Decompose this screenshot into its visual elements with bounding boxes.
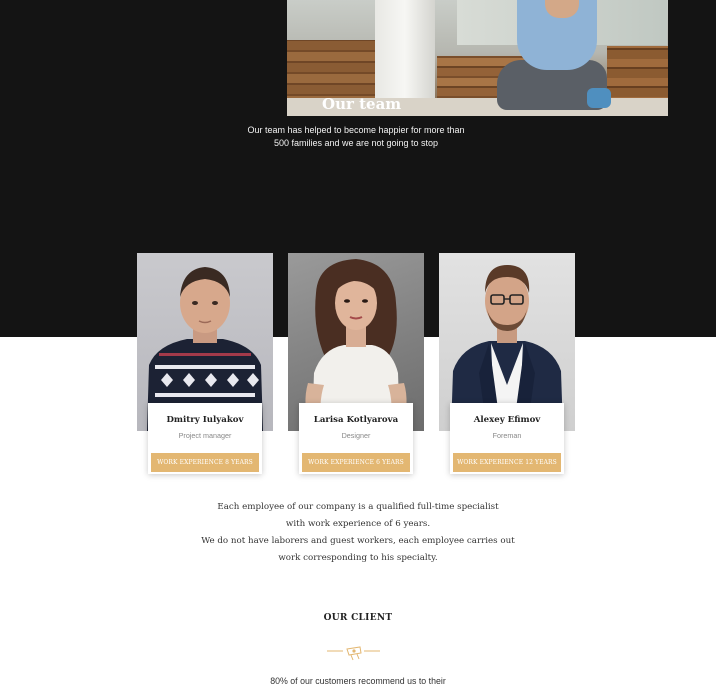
client-section-title: OUR CLIENT xyxy=(323,613,393,623)
description-line: Each employee of our company is a qualif… xyxy=(217,502,499,512)
section-title: Our team xyxy=(322,95,402,113)
subtitle-line: Our team has helped to become happier fo… xyxy=(247,125,465,135)
section-subtitle: Our team has helped to become happier fo… xyxy=(236,124,476,150)
team-cards: Dmitry Iulyakov Project manager WORK EXP… xyxy=(137,253,577,478)
team-card[interactable]: Dmitry Iulyakov Project manager WORK EXP… xyxy=(137,253,273,475)
description-line: work corresponding to his specialty. xyxy=(278,553,438,563)
team-member-name: Dmitry Iulyakov xyxy=(166,415,244,425)
team-card[interactable]: Larisa Kotlyarova Designer WORK EXPERIEN… xyxy=(288,253,424,475)
team-member-name: Alexey Efimov xyxy=(473,415,541,425)
team-member-role: Foreman xyxy=(492,431,522,440)
description-line: We do not have laborers and guest worker… xyxy=(201,536,515,546)
team-member-info: Larisa Kotlyarova Designer WORK EXPERIEN… xyxy=(299,403,413,474)
description-line: with work experience of 6 years. xyxy=(285,519,431,529)
team-description: Each employee of our company is a qualif… xyxy=(180,499,536,567)
team-member-role: Project manager xyxy=(178,431,232,440)
team-member-name: Larisa Kotlyarova xyxy=(313,415,399,425)
experience-badge: WORK EXPERIENCE 8 YEARS xyxy=(151,453,259,472)
experience-badge: WORK EXPERIENCE 12 YEARS xyxy=(453,453,561,472)
subtitle-line: 500 families and we are not going to sto… xyxy=(273,138,439,148)
team-member-info: Alexey Efimov Foreman WORK EXPERIENCE 12… xyxy=(450,403,564,474)
team-member-info: Dmitry Iulyakov Project manager WORK EXP… xyxy=(148,403,262,474)
experience-badge: WORK EXPERIENCE 6 YEARS xyxy=(302,453,410,472)
client-section-subtitle: 80% of our customers recommend us to the… xyxy=(270,676,446,686)
team-card[interactable]: Alexey Efimov Foreman WORK EXPERIENCE 12… xyxy=(439,253,575,475)
decorative-divider-icon xyxy=(327,643,380,663)
team-member-role: Designer xyxy=(341,431,371,440)
